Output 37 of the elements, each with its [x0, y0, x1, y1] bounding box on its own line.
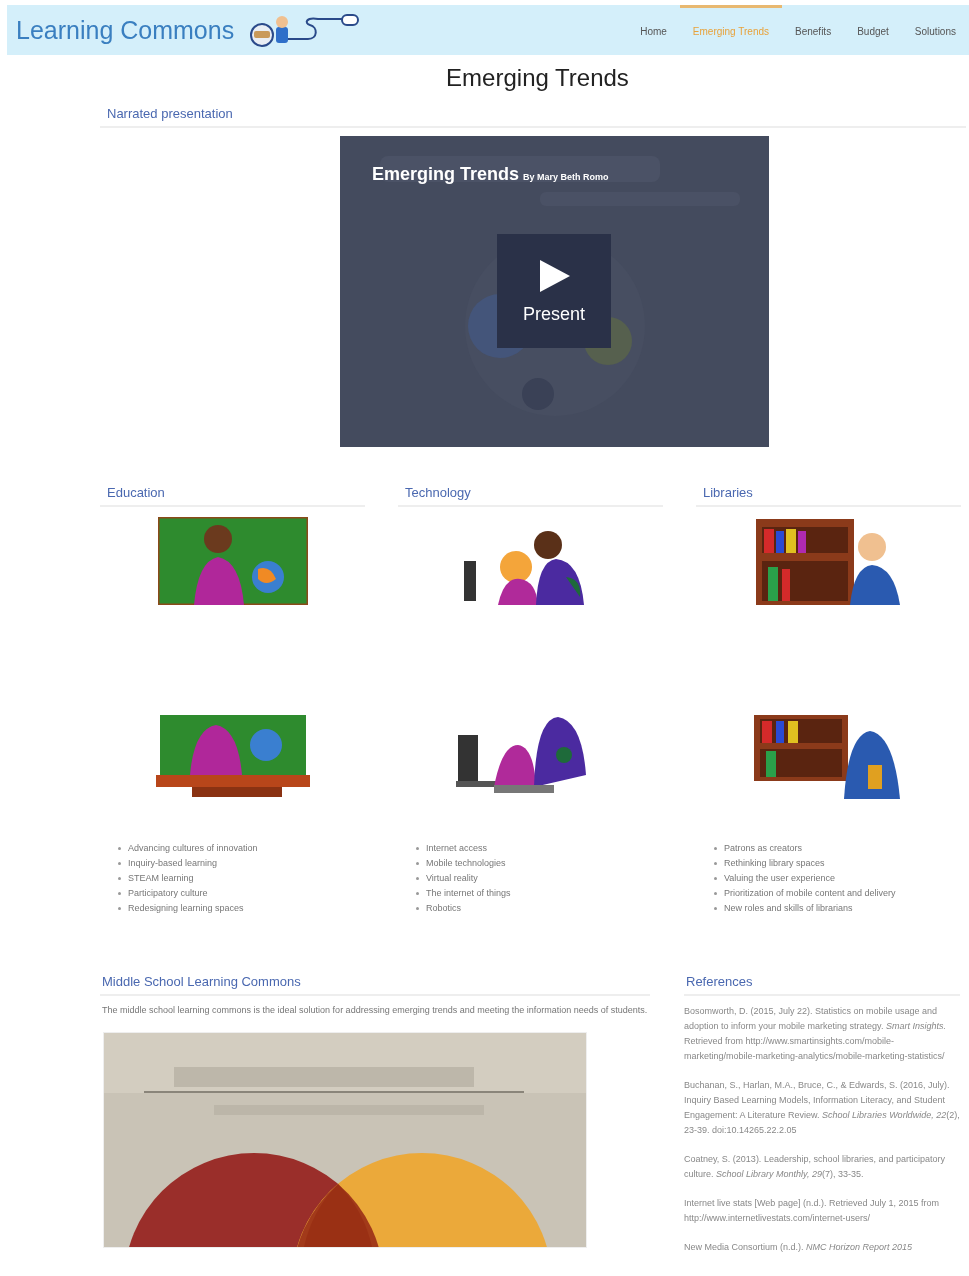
- list-item: Valuing the user experience: [713, 871, 835, 886]
- section-heading: Libraries: [696, 485, 961, 507]
- reference-entry: Internet live stats [Web page] (n.d.). Retrieved July 1, 2015 from http://www.internetlivestats.com/internet-users/: [684, 1197, 940, 1225]
- list-item: Prioritization of mobile content and delivery: [713, 886, 896, 901]
- nav-link[interactable]: Benefits: [782, 5, 845, 55]
- intro-paragraph: The middle school learning commons is the ideal solution for addressing emerging trends and meeting the information needs of students.: [102, 1004, 649, 1017]
- list-item: Rethinking library spaces: [713, 856, 825, 871]
- presentation-title: Emerging Trends: [372, 164, 520, 185]
- list-item: The internet of things: [415, 886, 511, 901]
- list-item: Participatory culture: [117, 886, 208, 901]
- list-item: Advancing cultures of innovation: [117, 841, 258, 856]
- section-heading: Middle School Learning Commons: [100, 974, 650, 996]
- list-item: Inquiry-based learning: [117, 856, 218, 871]
- list-item: Internet access: [415, 841, 488, 856]
- reference-entry: Coatney, S. (2013). Leadership, school libraries, and participatory culture. School Library Monthly, 29(7), 33-35.: [684, 1153, 946, 1181]
- list-item: Patrons as creators: [713, 841, 803, 856]
- nav-link[interactable]: Home: [627, 5, 680, 55]
- section-heading: Technology: [398, 485, 663, 507]
- nav-link[interactable]: Budget: [844, 5, 902, 55]
- site-title[interactable]: Learning Commons: [16, 15, 235, 45]
- present-button[interactable]: Present: [497, 234, 611, 348]
- reference-entry: Bosomworth, D. (2015, July 22). Statistics on mobile usage and adoption to inform your mobile marketing strategy. Smart Insights. Retrieved from http://www.smartinsights.com/mobile-marketing/mobile-marketing-analytics/mobile-marketing-statistics/: [684, 1005, 947, 1063]
- list-item: Virtual reality: [415, 871, 478, 886]
- list-item: STEAM learning: [117, 871, 194, 886]
- section-heading: Education: [100, 485, 365, 507]
- reference-entry: Buchanan, S., Harlan, M.A., Bruce, C., & Edwards, S. (2016, July). Inquiry Based Learning Models, Information Literacy, and Student Engagement: A Literature Review. School Libraries Worldwide, 22(2), 23-39. doi:10.14265.22.2.05: [684, 1079, 960, 1137]
- list-item: Mobile technologies: [415, 856, 506, 871]
- nav-link[interactable]: Solutions: [901, 5, 969, 55]
- presentation-author: By Mary Beth Romo: [523, 172, 609, 182]
- list-item: Redesigning learning spaces: [117, 901, 244, 916]
- section-heading: Narrated presentation: [100, 106, 966, 128]
- page-title: Emerging Trends: [445, 64, 630, 92]
- section-heading: References: [684, 974, 960, 996]
- reference-entry: New Media Consortium (n.d.). NMC Horizon Report 2015: [684, 1241, 914, 1254]
- presentation-player[interactable]: Emerging Trends By Mary Beth Romo Present: [340, 136, 769, 447]
- list-item: New roles and skills of librarians: [713, 901, 853, 916]
- list-item: Robotics: [415, 901, 461, 916]
